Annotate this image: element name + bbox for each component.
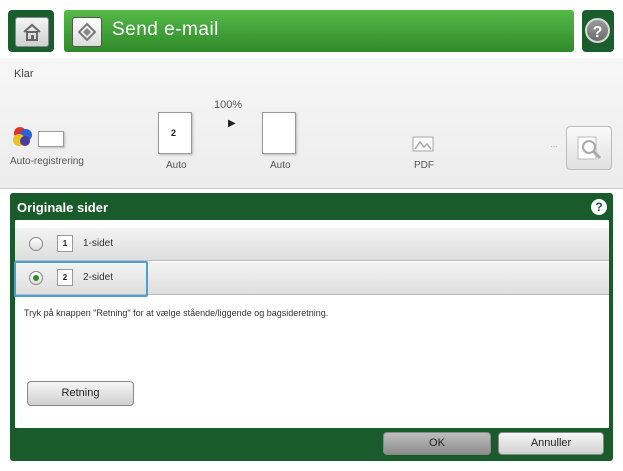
status-text: Klar [14,68,34,80]
sides-value: 2 [171,128,177,138]
option-one-sided[interactable]: 1 1-sidet [15,228,609,261]
size-setting[interactable]: Auto [262,112,302,174]
panel-title: Originale sider [17,200,109,215]
top-bar: Send e-mail ? [8,10,614,52]
option-label: 1-sidet [83,238,114,249]
ok-button[interactable]: OK [383,432,491,455]
image-file-icon [412,136,434,152]
home-button[interactable] [8,10,54,52]
divider [0,188,623,189]
page-title: Send e-mail [112,19,219,40]
sides-label: Auto [166,160,187,171]
color-label: Auto-registrering [10,156,84,167]
preview-hint-icon: ⋯ [550,142,558,151]
color-setting[interactable]: Auto-registrering [8,126,96,167]
orientation-button[interactable]: Retning [27,381,134,406]
file-format-label: PDF [414,160,434,171]
selection-highlight [14,261,148,297]
home-icon [15,17,49,47]
status-area [0,58,623,188]
radio-button[interactable] [29,237,43,251]
zoom-value: 100% [214,99,243,111]
panel-help-icon[interactable]: ? [591,199,607,215]
help-button[interactable]: ? [582,10,614,52]
sides-setting[interactable]: 2 Auto [158,112,198,174]
size-label: Auto [270,160,291,171]
description-text: Tryk på knappen "Retning" for at vælge s… [24,308,329,318]
file-format-setting[interactable]: PDF [406,136,446,176]
two-sided-doc-icon: 2 [158,112,192,154]
color-icon [13,127,32,146]
arrow-right-icon: ▶ [228,118,236,129]
magnifier-icon [577,136,602,160]
original-icon [38,131,64,147]
title-bar: Send e-mail [64,10,574,52]
cancel-button[interactable]: Annuller [498,432,604,455]
help-icon: ? [585,18,610,43]
one-sided-icon: 1 [57,235,73,252]
page-icon [262,112,296,154]
send-email-icon [72,17,102,47]
preview-button[interactable] [566,126,612,170]
